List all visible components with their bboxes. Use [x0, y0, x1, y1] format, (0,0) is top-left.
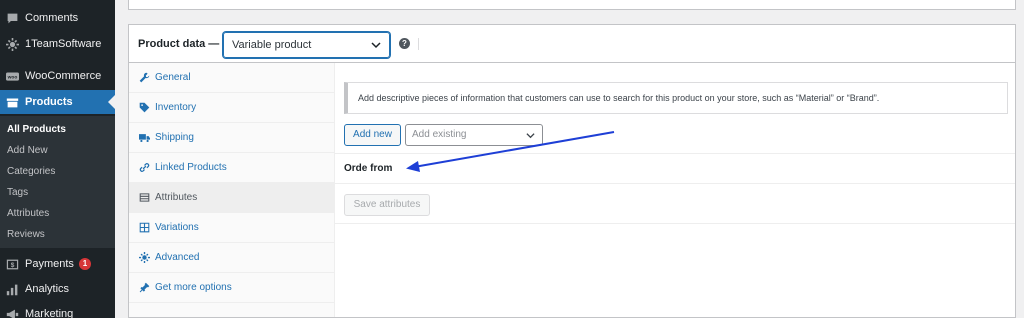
link-icon [139, 162, 150, 173]
submenu-attributes[interactable]: Attributes [7, 208, 49, 219]
marketing-icon [5, 307, 19, 318]
notification-badge: 1 [78, 258, 91, 270]
add-new-attribute-button[interactable]: Add new [344, 124, 401, 146]
tab-label: Variations [155, 222, 199, 233]
tab-label: General [155, 72, 191, 83]
menu-label: Marketing [25, 308, 74, 318]
menu-label: Analytics [25, 283, 70, 295]
gear-icon [139, 252, 150, 263]
wrench-icon [139, 72, 150, 83]
editor-top-panel [128, 0, 1016, 10]
tab-general[interactable]: General [129, 63, 334, 93]
header-separator [418, 38, 419, 50]
tab-advanced[interactable]: Advanced [129, 243, 334, 273]
help-icon[interactable]: ? [399, 38, 410, 49]
payments-icon: $ [5, 257, 19, 271]
divider [335, 223, 1015, 224]
product-data-label: Product data — [138, 38, 220, 50]
chevron-down-icon [371, 42, 381, 49]
product-data-tabs: General Inventory Shipping Linked Produc… [129, 63, 335, 317]
menu-label: Payments [25, 258, 74, 270]
tab-label: Attributes [155, 192, 198, 203]
menu-label: Products [25, 96, 73, 108]
plugin-icon [139, 282, 150, 293]
tab-label: Shipping [155, 132, 194, 143]
submenu-all-products[interactable]: All Products [7, 124, 66, 135]
tab-get-more-options[interactable]: Get more options [129, 273, 334, 303]
menu-item-payments[interactable]: $ Payments 1 [0, 252, 115, 276]
svg-text:$: $ [10, 261, 14, 268]
tab-attributes[interactable]: Attributes [129, 183, 334, 213]
divider [335, 183, 1015, 184]
svg-text:woo: woo [6, 75, 17, 80]
product-type-value: Variable product [232, 39, 312, 51]
grid-icon [139, 222, 150, 233]
menu-label: Comments [25, 12, 79, 24]
truck-icon [139, 132, 150, 143]
tab-label: Advanced [155, 252, 200, 263]
tab-linked-products[interactable]: Linked Products [129, 153, 334, 183]
menu-item-products[interactable]: Products [0, 90, 115, 114]
submenu-reviews[interactable]: Reviews [7, 229, 45, 240]
comments-icon [5, 11, 19, 25]
tab-label: Inventory [155, 102, 197, 113]
menu-label: WooCommerce [25, 70, 102, 82]
tab-variations[interactable]: Variations [129, 213, 334, 243]
save-attributes-button[interactable]: Save attributes [344, 194, 430, 216]
tab-label: Get more options [155, 282, 232, 293]
attributes-notice: Add descriptive pieces of information th… [344, 82, 1008, 114]
attribute-name[interactable]: Orde from [344, 163, 392, 174]
analytics-icon [5, 282, 19, 296]
submenu-add-new[interactable]: Add New [7, 145, 48, 156]
submenu-categories[interactable]: Categories [7, 166, 55, 177]
products-submenu: All Products Add New Categories Tags Att… [0, 116, 115, 248]
annotation-arrow [406, 131, 615, 172]
list-icon [139, 192, 150, 203]
menu-label: 1TeamSoftware [25, 38, 102, 50]
tab-label: Linked Products [155, 162, 227, 173]
products-icon [5, 95, 19, 109]
menu-item-woocommerce[interactable]: woo WooCommerce [0, 64, 115, 88]
tab-shipping[interactable]: Shipping [129, 123, 334, 153]
submenu-tags[interactable]: Tags [7, 187, 28, 198]
menu-item-1teamsoftware[interactable]: 1TeamSoftware [0, 32, 115, 56]
woocommerce-icon: woo [5, 69, 19, 83]
menu-item-marketing[interactable]: Marketing [0, 302, 115, 318]
product-type-select[interactable]: Variable product [223, 32, 390, 58]
tab-inventory[interactable]: Inventory [129, 93, 334, 123]
admin-sidebar: Comments 1TeamSoftware woo WooCommerce P… [0, 0, 115, 318]
menu-item-comments[interactable]: Comments [0, 6, 115, 30]
gear-icon [5, 37, 19, 51]
tag-icon [139, 102, 150, 113]
notice-text: Add descriptive pieces of information th… [358, 93, 880, 103]
menu-item-analytics[interactable]: Analytics [0, 277, 115, 301]
metabox-header: Product data — Variable product ? [129, 25, 1015, 63]
